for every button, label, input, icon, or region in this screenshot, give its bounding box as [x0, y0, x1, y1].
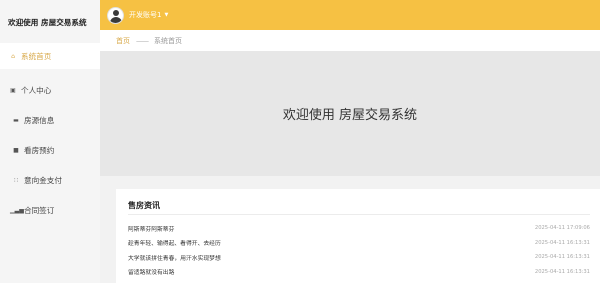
sidebar-item-profile[interactable]: ▣ 个人中心: [0, 75, 100, 105]
breadcrumb-current: 系统首页: [154, 36, 182, 45]
news-section-title: 售房资讯: [128, 201, 160, 210]
sidebar-item-deposit-payment[interactable]: ∷ 意向金支付: [0, 165, 100, 195]
news-item-date: 2025-04-11 16:13:31: [534, 239, 590, 246]
sidebar-item-label: 房源信息: [24, 115, 55, 125]
chart-icon: ▁▃▅: [10, 206, 24, 214]
user-icon: ▣: [10, 86, 16, 94]
news-item-date: 2025-04-11 17:09:06: [534, 225, 590, 232]
list-item[interactable]: 阿斯蒂芬阿斯蒂芬 2025-04-11 17:09:06: [128, 221, 590, 236]
home-icon: ⌂: [11, 52, 15, 60]
divider: [128, 214, 590, 215]
welcome-banner: 欢迎使用 房屋交易系统: [100, 51, 600, 176]
list-item[interactable]: 留适路就没有出路 2025-04-11 16:13:31: [128, 265, 590, 280]
sidebar-item-label: 个人中心: [21, 85, 52, 95]
breadcrumb: 首页 —— 系统首页: [100, 30, 600, 51]
calendar-icon: ■: [13, 146, 19, 154]
news-item-date: 2025-04-11 16:13:31: [534, 254, 590, 261]
grid-icon: ∷: [14, 176, 18, 184]
app-title: 欢迎使用 房屋交易系统: [8, 17, 87, 27]
sidebar-menu: ⌂ 系统首页 ▣ 个人中心 ▬ 房源信息 ■ 看房预约 ∷ 意向金支付 ▁▃▅ …: [0, 43, 100, 225]
top-header: 开发账号1 ▼: [100, 0, 600, 30]
sidebar-item-viewing-appointments[interactable]: ■ 看房预约: [0, 135, 100, 165]
breadcrumb-home-link[interactable]: 首页: [116, 36, 130, 46]
news-item-title[interactable]: 阿斯蒂芬阿斯蒂芬: [128, 224, 174, 233]
sidebar-item-label: 合同签订: [24, 205, 55, 215]
username-dropdown[interactable]: 开发账号1: [129, 10, 161, 20]
avatar[interactable]: [107, 6, 124, 24]
chevron-down-icon[interactable]: ▼: [164, 12, 168, 18]
sidebar-item-label: 看房预约: [24, 145, 55, 155]
sidebar: 欢迎使用 房屋交易系统 ⌂ 系统首页 ▣ 个人中心 ▬ 房源信息 ■ 看房预约 …: [0, 0, 100, 283]
sidebar-item-label: 系统首页: [21, 51, 52, 61]
building-icon: ▬: [13, 116, 19, 124]
welcome-text: 欢迎使用 房屋交易系统: [282, 108, 418, 123]
news-item-date: 2025-04-11 16:13:31: [534, 268, 590, 275]
sidebar-item-label: 意向金支付: [24, 175, 62, 185]
sidebar-item-listings[interactable]: ▬ 房源信息: [0, 105, 100, 135]
list-item[interactable]: 趁青年轻、输得起、看得开、去经历 2025-04-11 16:13:31: [128, 236, 590, 251]
news-item-title[interactable]: 大学就该拼住青春，用汗水实现梦想: [128, 253, 221, 262]
sidebar-item-home[interactable]: ⌂ 系统首页: [0, 43, 100, 69]
news-item-title[interactable]: 留适路就没有出路: [128, 267, 174, 276]
news-list: 阿斯蒂芬阿斯蒂芬 2025-04-11 17:09:06 趁青年轻、输得起、看得…: [128, 221, 590, 279]
news-card: 售房资讯 阿斯蒂芬阿斯蒂芬 2025-04-11 17:09:06 趁青年轻、输…: [116, 189, 600, 283]
breadcrumb-separator: ——: [136, 36, 149, 45]
news-item-title[interactable]: 趁青年轻、输得起、看得开、去经历: [128, 238, 221, 247]
list-item[interactable]: 大学就该拼住青春，用汗水实现梦想 2025-04-11 16:13:31: [128, 250, 590, 265]
sidebar-item-contract-signing[interactable]: ▁▃▅ 合同签订: [0, 195, 100, 225]
